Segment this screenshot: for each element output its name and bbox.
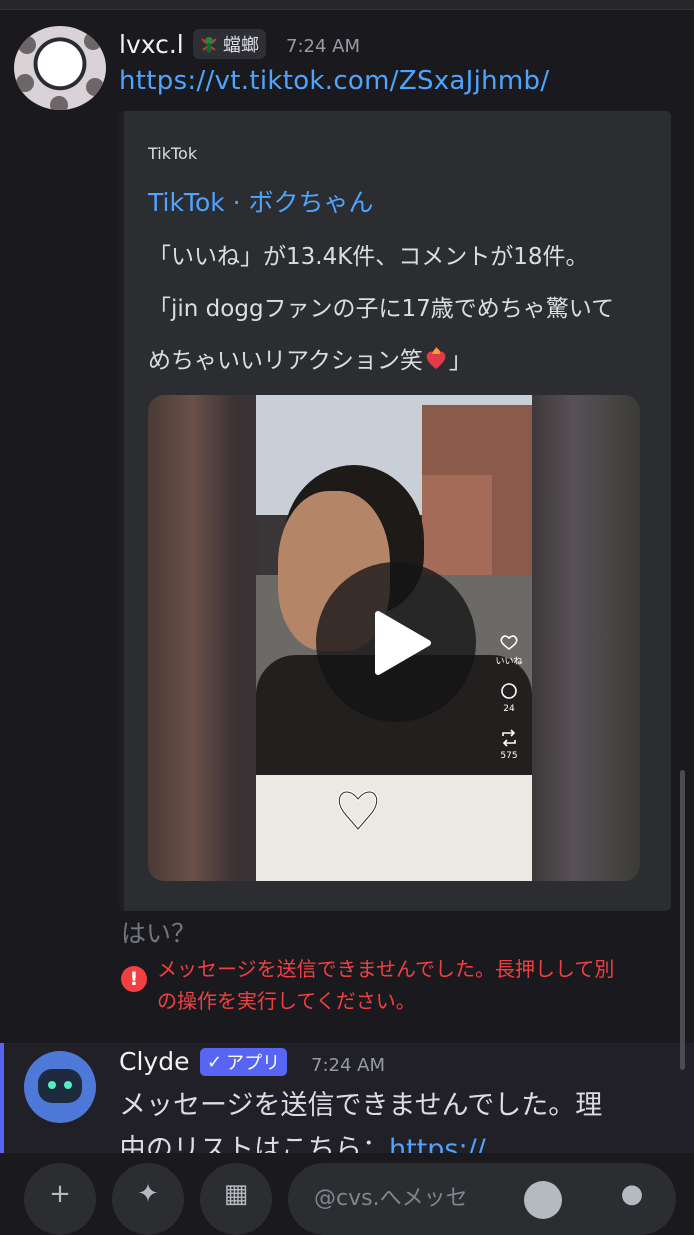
comment-icon (501, 683, 517, 699)
clyde-message-line: メッセージを送信できませんでした。理 (119, 1090, 603, 1121)
apps-button[interactable]: ✦ (112, 1163, 184, 1235)
emoji-icon[interactable] (524, 1181, 562, 1219)
clyde-username[interactable]: Clyde (119, 1047, 189, 1076)
error-message-line: メッセージを送信できませんでした。長押しして別 (157, 957, 615, 981)
app-badge: ✓ アプリ (200, 1048, 288, 1076)
chat-input-bar: + ✦ ▦ @cvs.へメッセ ● (0, 1153, 694, 1235)
user-avatar[interactable] (14, 26, 106, 110)
gift-icon: ▦ (223, 1179, 249, 1209)
role-badge[interactable]: 蟷螂 (193, 29, 266, 59)
highlight-accent (0, 1043, 4, 1153)
video-blur-right (528, 395, 640, 881)
paper-overlay (256, 775, 532, 881)
mantis-icon (201, 37, 217, 53)
share-count: 575 (500, 751, 518, 761)
embed-title[interactable]: TikTok · ボクちゃん (148, 183, 374, 219)
checkmark-icon: ✓ (207, 1051, 223, 1073)
like-icon (500, 635, 518, 650)
video-blur-left (148, 395, 258, 881)
message-input-placeholder: @cvs.へメッセ (314, 1186, 468, 1211)
tiktok-link[interactable]: https://vt.tiktok.com/ZSxaJjhmb/ (119, 66, 549, 96)
clyde-link[interactable]: https:// (389, 1134, 486, 1153)
error-message-line: の操作を実行してください。 (157, 989, 416, 1013)
comment-count: 24 (503, 704, 515, 714)
video-side-actions: いいね 24 575 (494, 633, 524, 761)
clyde-message-line: 由のリストはこちら：https:// (119, 1127, 486, 1153)
link-embed: TikTok TikTok · ボクちゃん 「いいね」が13.4K件、コメントが… (119, 111, 671, 911)
heart-on-fire-icon (426, 347, 446, 369)
clyde-message[interactable]: Clyde ✓ アプリ 7:24 AM メッセージを送信できませんでした。理 由… (0, 1043, 694, 1153)
embed-description-line: 「jin doggファンの子に17歳でめちゃ驚いて (148, 296, 615, 322)
role-badge-label: 蟷螂 (223, 35, 259, 56)
gift-button[interactable]: ▦ (200, 1163, 272, 1235)
app-badge-label: アプリ (226, 1053, 281, 1074)
scrollbar[interactable] (680, 770, 685, 1070)
embed-description-line: めちゃいいリアクション笑」 (148, 347, 472, 374)
embed-description-line: 「いいね」が13.4K件、コメントが18件。 (148, 244, 589, 270)
play-icon (375, 611, 431, 675)
add-button[interactable]: + (24, 1163, 96, 1235)
embed-provider[interactable]: TikTok (148, 144, 197, 163)
clyde-timestamp: 7:24 AM (311, 1055, 385, 1076)
like-label: いいね (495, 657, 523, 667)
failed-message-text[interactable]: はい？ (121, 914, 196, 950)
clyde-avatar[interactable] (24, 1051, 96, 1123)
play-button[interactable] (316, 562, 476, 722)
video-thumbnail[interactable]: いいね 24 575 (148, 395, 640, 881)
repost-icon (502, 729, 516, 747)
top-divider (0, 0, 694, 10)
message-timestamp: 7:24 AM (286, 36, 360, 57)
username[interactable]: lvxc.l (119, 30, 184, 59)
plus-icon: + (49, 1179, 71, 1209)
apps-icon: ✦ (137, 1179, 159, 1209)
voice-button[interactable]: ● (596, 1163, 668, 1235)
error-icon: ! (121, 966, 147, 992)
microphone-icon: ● (620, 1179, 644, 1209)
embed-accent-bar (119, 111, 124, 911)
